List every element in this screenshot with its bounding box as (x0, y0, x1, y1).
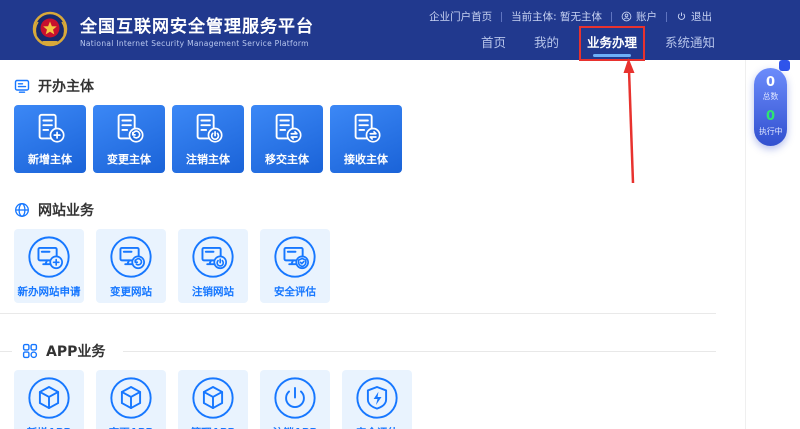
main-nav: 首页 我的 业务办理 系统通知 (480, 26, 716, 60)
doc-receive-icon (349, 112, 383, 146)
tile-button[interactable]: 变更APP (96, 370, 166, 429)
nav-item-1[interactable]: 首页 (480, 30, 507, 57)
tile-button[interactable]: 安全评估 (342, 370, 412, 429)
nav-item-3[interactable]: 业务办理 (586, 30, 638, 57)
power-icon (676, 11, 687, 22)
section-divider (0, 313, 716, 314)
main-content: 开办主体 新增主体 变更主体 注销主体 移交主体 接收主体 网站业务 新办网站申… (0, 60, 800, 429)
top-links: 企业门户首页 当前主体: 暂无主体 账户 退出 (429, 9, 712, 24)
tile-button[interactable]: 管理APP (178, 370, 248, 429)
task-count-widget[interactable]: 0 总数 0 执行中 (754, 68, 787, 146)
doc-plus-icon (33, 112, 67, 146)
tile-button[interactable]: 安全评估 (260, 229, 330, 303)
legend-line (123, 351, 716, 352)
tiles-2: 新办网站申请 变更网站 注销网站 安全评估 (14, 229, 716, 303)
section-title: 开办主体 (14, 76, 716, 96)
police-badge-icon (30, 10, 70, 50)
separator (501, 12, 502, 22)
app-box-icon (108, 375, 154, 421)
site-new-icon (26, 234, 72, 280)
legend-line (0, 351, 12, 352)
doc-transfer-icon (270, 112, 304, 146)
site-title: 全国互联网安全管理服务平台 (80, 12, 314, 37)
globe-icon (14, 202, 30, 218)
tile-button[interactable]: 变更网站 (96, 229, 166, 303)
separator (611, 12, 612, 22)
active-underline (593, 54, 631, 57)
app-box-icon (190, 375, 236, 421)
tile-button[interactable]: 移交主体 (251, 105, 323, 173)
tile-button[interactable]: 接收主体 (330, 105, 402, 173)
section-title: APP业务 (14, 341, 716, 361)
grid-icon (22, 343, 38, 359)
logo: 全国互联网安全管理服务平台 National Internet Security… (30, 10, 314, 50)
tiles-1: 新增主体 变更主体 注销主体 移交主体 接收主体 (14, 105, 716, 173)
header: 全国互联网安全管理服务平台 National Internet Security… (0, 0, 800, 60)
app-power-icon (272, 375, 318, 421)
total-count: 0 (766, 76, 775, 90)
logout-link[interactable]: 退出 (676, 9, 712, 24)
subject-icon (14, 78, 30, 94)
section-title: 网站业务 (14, 200, 716, 220)
running-count: 0 (766, 110, 775, 124)
site-change-icon (108, 234, 154, 280)
site-cancel-icon (190, 234, 236, 280)
separator (666, 12, 667, 22)
user-icon (621, 11, 632, 22)
tile-button[interactable]: 注销APP (260, 370, 330, 429)
tile-button[interactable]: 注销主体 (172, 105, 244, 173)
nav-item-4[interactable]: 系统通知 (664, 30, 716, 57)
app-shield-icon (354, 375, 400, 421)
running-label: 执行中 (759, 127, 782, 136)
widget-dot (779, 60, 790, 71)
current-subject-label: 当前主体: 暂无主体 (511, 9, 602, 24)
site-assess-icon (272, 234, 318, 280)
page: 全国互联网安全管理服务平台 National Internet Security… (0, 0, 800, 429)
total-label: 总数 (763, 93, 779, 102)
panel-edge-line (745, 60, 746, 429)
tiles-3: 新增APP 变更APP 管理APP 注销APP 安全评估 (14, 370, 716, 429)
doc-refresh-icon (112, 112, 146, 146)
portal-home-link[interactable]: 企业门户首页 (429, 9, 492, 24)
app-box-icon (26, 375, 72, 421)
tile-button[interactable]: 新增主体 (14, 105, 86, 173)
account-link[interactable]: 账户 (621, 9, 657, 24)
tile-button[interactable]: 变更主体 (93, 105, 165, 173)
tile-button[interactable]: 新增APP (14, 370, 84, 429)
tile-button[interactable]: 新办网站申请 (14, 229, 84, 303)
doc-power-icon (191, 112, 225, 146)
tile-button[interactable]: 注销网站 (178, 229, 248, 303)
site-subtitle: National Internet Security Management Se… (80, 39, 314, 48)
nav-item-2[interactable]: 我的 (533, 30, 560, 57)
